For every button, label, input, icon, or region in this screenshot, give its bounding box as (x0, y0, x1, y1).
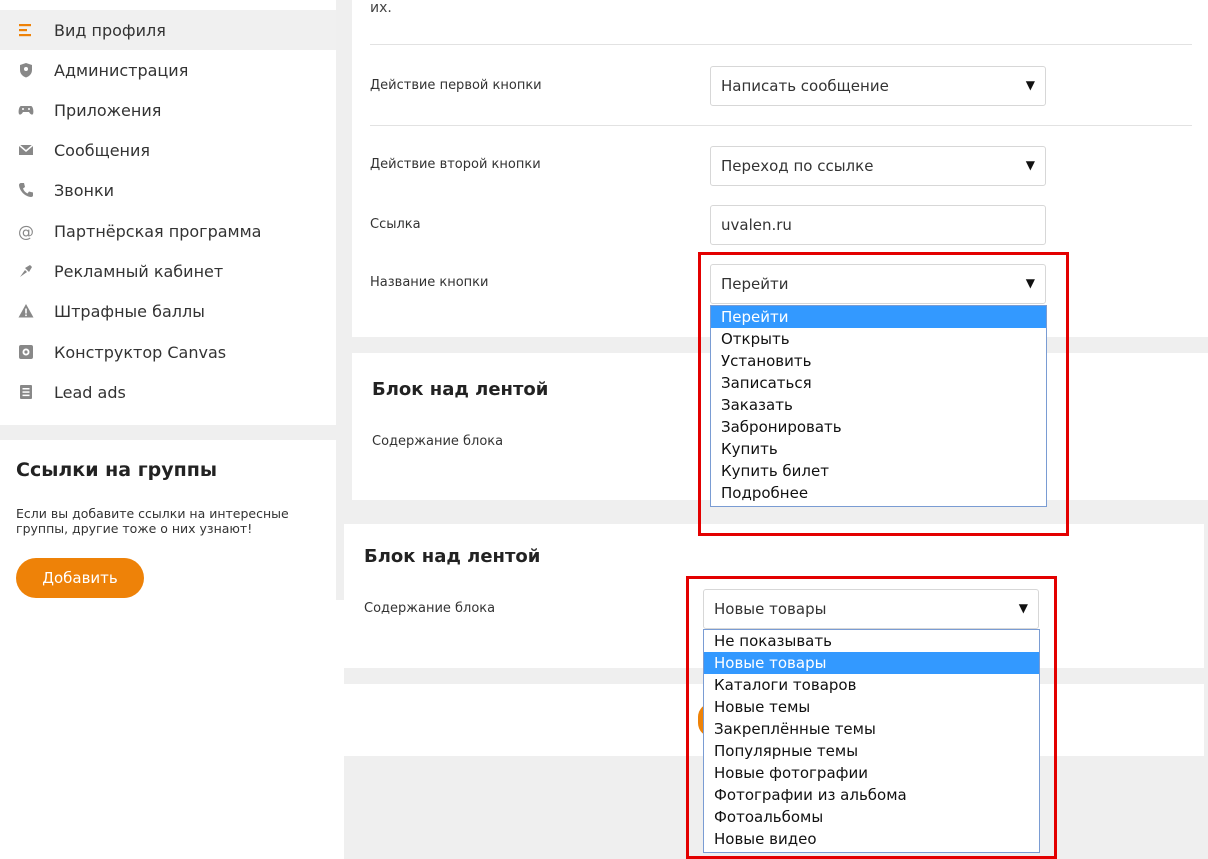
dropdown-option[interactable]: Записаться (711, 372, 1046, 394)
dropdown-option[interactable]: Открыть (711, 328, 1046, 350)
first-action-select[interactable]: Написать сообщение ▼ (710, 66, 1046, 106)
link-input[interactable]: uvalen.ru (710, 205, 1046, 245)
dropdown-option[interactable]: Фотоальбомы (704, 806, 1039, 828)
dropdown-arrow-icon: ▼ (1025, 78, 1035, 92)
sidebar-item-label: Партнёрская программа (54, 221, 262, 241)
warning-icon (17, 302, 35, 320)
sidebar-item-label: Рекламный кабинет (54, 261, 224, 281)
sidebar-item-partner-program[interactable]: @ Партнёрская программа (0, 211, 336, 251)
add-group-link-button[interactable]: Добавить (16, 558, 144, 598)
sidebar-item-apps[interactable]: Приложения (0, 90, 336, 130)
dropdown-option[interactable]: Подробнее (711, 482, 1046, 504)
button-name-select[interactable]: Перейти ▼ (710, 264, 1046, 304)
sidebar-item-label: Lead ads (54, 382, 126, 402)
feed-block-title: Блок над лентой (364, 546, 541, 567)
cut-off-text: их. (370, 0, 392, 16)
dropdown-option[interactable]: Закреплённые темы (704, 718, 1039, 740)
sidebar-item-label: Конструктор Canvas (54, 342, 227, 362)
feed-block-options-list[interactable]: Не показывать Новые товары Каталоги товаро… (703, 629, 1040, 853)
button-name-options-list[interactable]: Перейти Открыть Установить Записаться Заказа… (710, 305, 1047, 507)
sidebar-item-label: Вид профиля (54, 20, 166, 40)
sidebar-item-label: Сообщения (54, 140, 151, 160)
sidebar-item-label: Штрафные баллы (54, 301, 205, 321)
dropdown-option[interactable]: Каталоги товаров (704, 674, 1039, 696)
at-sign-icon: @ (18, 221, 34, 241)
dropdown-option[interactable]: Купить (711, 438, 1046, 460)
select-value: Написать сообщение (721, 77, 889, 95)
feed-block-content-label: Содержание блока (364, 601, 496, 616)
phone-icon (17, 181, 35, 199)
dropdown-arrow-icon: ▼ (1018, 601, 1028, 615)
sidebar-item-label: Приложения (54, 100, 162, 120)
dropdown-arrow-icon: ▼ (1025, 158, 1035, 172)
sidebar-item-canvas-builder[interactable]: Конструктор Canvas (0, 332, 336, 372)
dropdown-option[interactable]: Перейти (711, 306, 1046, 328)
sidebar-item-penalty-points[interactable]: Штрафные баллы (0, 291, 336, 331)
feed-block-content-select[interactable]: Новые товары ▼ (703, 589, 1039, 629)
second-action-select[interactable]: Переход по ссылке ▼ (710, 146, 1046, 186)
first-action-label: Действие первой кнопки (370, 78, 542, 93)
dropdown-option[interactable]: Новые товары (704, 652, 1039, 674)
envelope-icon (17, 141, 35, 159)
sidebar-item-messages[interactable]: Сообщения (0, 130, 336, 170)
group-links-description: Если вы добавите ссылки на интересные гр… (16, 506, 289, 536)
list-lines-icon (17, 21, 35, 39)
gamepad-icon (17, 101, 35, 119)
sidebar-item-ad-cabinet[interactable]: Рекламный кабинет (0, 251, 336, 291)
sidebar-separator (0, 425, 336, 440)
dropdown-option[interactable]: Фотографии из альбома (704, 784, 1039, 806)
feed-block-title: Блок над лентой (372, 379, 549, 400)
divider (370, 44, 1192, 45)
dropdown-option[interactable]: Новые видео (704, 828, 1039, 850)
dropdown-option[interactable]: Новые темы (704, 696, 1039, 718)
dropdown-option[interactable]: Не показывать (704, 630, 1039, 652)
group-links-block: Ссылки на группы Если вы добавите ссылки… (0, 440, 336, 600)
dropdown-option[interactable]: Купить билет (711, 460, 1046, 482)
button-settings-panel: их. Действие первой кнопки Написать сооб… (352, 0, 1208, 337)
button-name-label: Название кнопки (370, 275, 489, 290)
dropdown-option[interactable]: Заказать (711, 394, 1046, 416)
sidebar-item-profile-view[interactable]: Вид профиля (0, 10, 336, 50)
divider (370, 125, 1192, 126)
second-action-label: Действие второй кнопки (370, 157, 541, 172)
section-separator (1204, 524, 1208, 756)
shield-icon (17, 61, 35, 79)
select-value: Перейти (721, 275, 789, 293)
dropdown-option[interactable]: Популярные темы (704, 740, 1039, 762)
feed-block-content-label: Содержание блока (372, 434, 504, 449)
dropdown-option[interactable]: Забронировать (711, 416, 1046, 438)
megaphone-icon (17, 262, 35, 280)
dropdown-option[interactable]: Установить (711, 350, 1046, 372)
select-value: Новые товары (714, 600, 827, 618)
canvas-icon (17, 343, 35, 361)
group-links-title: Ссылки на группы (16, 459, 218, 481)
select-value: Переход по ссылке (721, 157, 874, 175)
sidebar-item-label: Звонки (54, 180, 114, 200)
sidebar-item-label: Администрация (54, 60, 189, 80)
dropdown-option[interactable]: Новые фотографии (704, 762, 1039, 784)
sidebar-item-calls[interactable]: Звонки (0, 170, 336, 210)
dropdown-arrow-icon: ▼ (1025, 276, 1035, 290)
link-label: Ссылка (370, 217, 421, 232)
sidebar-item-lead-ads[interactable]: Lead ads (0, 372, 336, 412)
sidebar-item-administration[interactable]: Администрация (0, 50, 336, 90)
sidebar-menu: Вид профиля Администрация Приложения Соо… (0, 0, 336, 425)
document-icon (17, 383, 35, 401)
